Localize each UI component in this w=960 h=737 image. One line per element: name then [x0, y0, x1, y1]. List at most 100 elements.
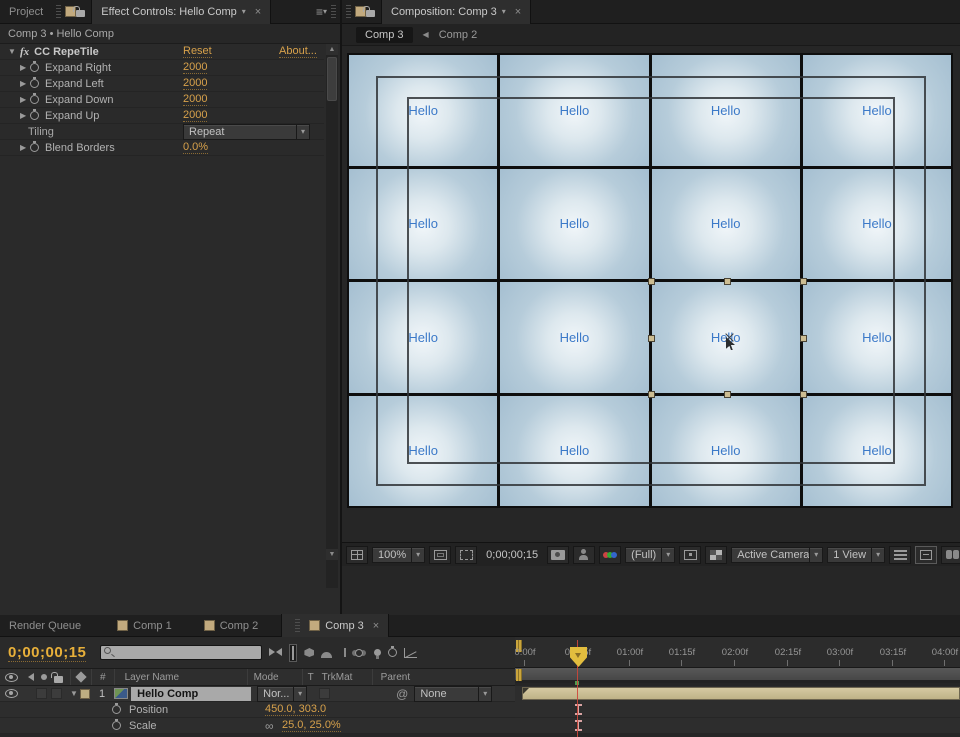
selection-handle[interactable]: [724, 278, 731, 285]
draft-3d-toggle[interactable]: [289, 644, 297, 662]
panel-grip[interactable]: [295, 619, 300, 632]
brainstorm-icon[interactable]: [374, 649, 381, 656]
target-region-button[interactable]: [679, 546, 701, 564]
panel-grip[interactable]: [331, 5, 336, 18]
panel-grip[interactable]: [346, 5, 351, 18]
scale-stopwatch-icon[interactable]: [112, 721, 121, 730]
label-column-icon[interactable]: [75, 671, 86, 682]
panel-menu-icon[interactable]: ≡: [316, 5, 323, 19]
region-of-interest-button[interactable]: [455, 546, 477, 564]
twirl-icon[interactable]: ▶: [20, 111, 30, 120]
selection-handle[interactable]: [800, 335, 807, 342]
video-column-icon[interactable]: [5, 673, 18, 682]
trkmat-cell[interactable]: [319, 688, 330, 699]
audio-column-icon[interactable]: [24, 673, 34, 681]
solo-column-icon[interactable]: [41, 674, 47, 680]
twirl-icon[interactable]: ▶: [20, 95, 30, 104]
tab-composition[interactable]: Composition: Comp 3 ▾ ×: [381, 0, 531, 24]
stopwatch-icon[interactable]: [30, 95, 39, 104]
selection-handle[interactable]: [648, 335, 655, 342]
twirl-icon[interactable]: ▶: [20, 79, 30, 88]
snapshot-button[interactable]: [547, 546, 569, 564]
param-value[interactable]: 2000: [183, 109, 207, 122]
layer-duration-bar[interactable]: [522, 687, 960, 700]
work-area-start-handle[interactable]: [516, 669, 522, 681]
tab-project[interactable]: Project: [0, 0, 52, 24]
scale-value[interactable]: 25.0, 25.0%: [282, 719, 341, 732]
tab-render-queue[interactable]: Render Queue: [0, 614, 90, 638]
comp-nav-current[interactable]: Comp 3: [356, 27, 413, 43]
panel-lock-icon[interactable]: [366, 10, 375, 17]
layer-name-column-header[interactable]: Layer Name: [125, 672, 247, 683]
comp-flowchart-button[interactable]: [915, 546, 937, 564]
tiling-dropdown[interactable]: Repeat ▾: [183, 124, 310, 140]
tab-dropdown-icon[interactable]: ▾: [502, 7, 506, 16]
layer-visibility-icon[interactable]: [5, 689, 18, 698]
effect-about-link[interactable]: About...: [279, 45, 317, 58]
show-snapshot-button[interactable]: [573, 546, 595, 564]
show-channel-button[interactable]: [599, 546, 621, 564]
effect-panel-scrollbar[interactable]: ▲ ▼: [326, 44, 338, 588]
safe-margins-button[interactable]: [429, 546, 451, 564]
twirl-icon[interactable]: ▶: [20, 143, 30, 152]
parent-pickwhip-icon[interactable]: @: [396, 687, 408, 701]
scroll-up-icon[interactable]: ▲: [326, 44, 338, 55]
magnification-dropdown[interactable]: 100% ▾: [372, 547, 425, 563]
toggle-timeline-button[interactable]: [889, 546, 911, 564]
auto-keyframe-icon[interactable]: [388, 648, 397, 657]
always-preview-button[interactable]: [346, 546, 368, 564]
position-value[interactable]: 450.0, 303.0: [265, 703, 326, 716]
effect-twirl-icon[interactable]: ▼: [8, 47, 18, 56]
layer-row[interactable]: ▼ 1 Hello Comp Nor... ▾ @ None ▾: [0, 686, 515, 702]
effect-reset-link[interactable]: Reset: [183, 45, 212, 58]
selection-handle[interactable]: [724, 391, 731, 398]
scrollbar-thumb[interactable]: [327, 57, 337, 101]
param-value[interactable]: 2000: [183, 77, 207, 90]
selection-handle[interactable]: [648, 278, 655, 285]
resolution-dropdown[interactable]: (Full) ▾: [625, 547, 675, 563]
tab-close-icon[interactable]: ×: [515, 6, 521, 18]
mini-flowchart-icon[interactable]: [269, 648, 282, 657]
back-arrow-icon[interactable]: ◀: [423, 30, 429, 39]
work-area-bar[interactable]: [515, 668, 960, 683]
stopwatch-icon[interactable]: [30, 143, 39, 152]
live-update-icon[interactable]: [304, 648, 314, 657]
graph-editor-icon[interactable]: [404, 648, 417, 658]
3d-view-dropdown[interactable]: Active Camera ▾: [731, 547, 823, 563]
selection-handle[interactable]: [648, 391, 655, 398]
position-stopwatch-icon[interactable]: [112, 705, 121, 714]
scroll-down-icon[interactable]: ▼: [326, 549, 338, 560]
reset-exposure-button[interactable]: [941, 546, 960, 564]
comp-canvas[interactable]: Hello Hello Hello Hello Hello Hello Hell…: [347, 53, 953, 508]
parent-column-header[interactable]: Parent: [381, 672, 410, 683]
constrain-proportions-icon[interactable]: ∞: [265, 719, 273, 733]
param-value[interactable]: 2000: [183, 93, 207, 106]
current-time-display[interactable]: 0;00;00;15: [8, 644, 86, 662]
blend-mode-dropdown[interactable]: Nor... ▾: [257, 686, 307, 702]
shy-layers-icon[interactable]: [321, 652, 332, 658]
lock-column-icon[interactable]: [54, 676, 63, 683]
tab-close-icon[interactable]: ×: [373, 620, 379, 632]
comp-nav-previous[interactable]: Comp 2: [439, 29, 478, 41]
lock-switch-cell[interactable]: [51, 688, 62, 699]
tab-effect-controls[interactable]: Effect Controls: Hello Comp ▾ ×: [91, 0, 271, 24]
stopwatch-icon[interactable]: [30, 79, 39, 88]
motion-blur-icon[interactable]: [355, 649, 363, 657]
tab-dropdown-icon[interactable]: ▾: [242, 7, 246, 16]
frame-blend-icon[interactable]: [339, 648, 351, 657]
selection-handle[interactable]: [800, 278, 807, 285]
parent-dropdown[interactable]: None ▾: [414, 686, 492, 702]
search-input[interactable]: [100, 645, 262, 660]
layer-label-swatch[interactable]: [80, 689, 90, 699]
layer-twirl-icon[interactable]: ▼: [70, 689, 80, 698]
comp-current-time[interactable]: 0;00;00;15: [481, 549, 543, 561]
transparency-grid-button[interactable]: [705, 546, 727, 564]
panel-grip[interactable]: [56, 5, 61, 18]
mode-column-header[interactable]: Mode: [254, 672, 302, 683]
tab-comp-1[interactable]: Comp 1: [108, 614, 181, 638]
index-column-header[interactable]: #: [100, 672, 106, 683]
twirl-icon[interactable]: ▶: [20, 63, 30, 72]
param-value[interactable]: 2000: [183, 61, 207, 74]
tab-comp-3[interactable]: Comp 3 ×: [281, 614, 389, 638]
t-column-header[interactable]: T: [308, 672, 314, 683]
